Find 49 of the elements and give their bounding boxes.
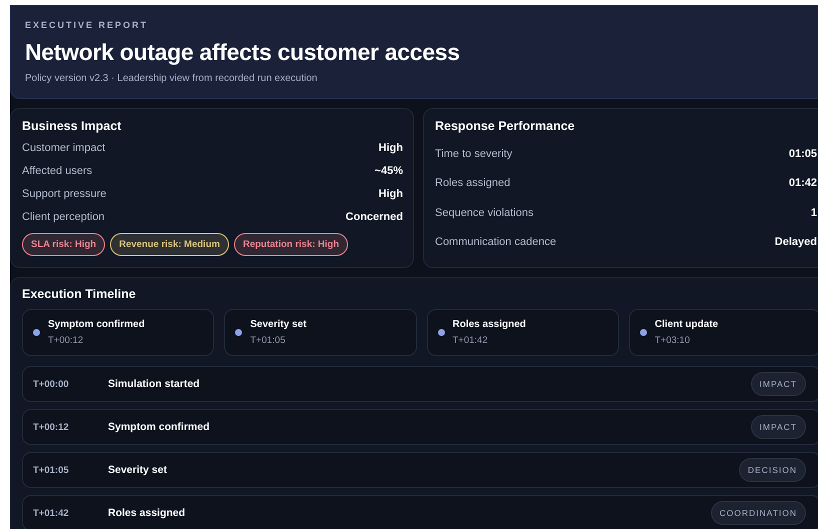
event-time: T+01:05 bbox=[33, 464, 70, 476]
milestone-dot-icon bbox=[33, 329, 40, 336]
panel-title: Execution Timeline bbox=[22, 287, 137, 301]
metric-label: Support pressure bbox=[22, 188, 106, 200]
panel-title: Business Impact bbox=[22, 119, 122, 133]
event-label: Severity set bbox=[108, 464, 168, 476]
report-title: Network outage affects customer access bbox=[25, 39, 461, 66]
panel-title: Response Performance bbox=[435, 119, 576, 133]
event-category-tag: IMPACT bbox=[750, 415, 806, 439]
metric-label: Time to severity bbox=[435, 148, 512, 160]
milestone-time: T+03:10 bbox=[654, 335, 691, 346]
event-time: T+01:42 bbox=[33, 508, 70, 518]
milestone-dot-icon bbox=[640, 329, 647, 336]
metric-label: Client perception bbox=[22, 210, 105, 222]
metric-label: Affected users bbox=[22, 164, 92, 176]
event-time: T+00:12 bbox=[33, 422, 70, 432]
metric-label: Roles assigned bbox=[435, 177, 510, 190]
metric-value: ~45% bbox=[374, 164, 403, 176]
risk-tag: Revenue risk: Medium bbox=[110, 233, 229, 256]
report-eyebrow: EXECUTIVE REPORT bbox=[25, 20, 150, 30]
milestone-label: Client update bbox=[654, 319, 718, 330]
metric-value: 01:05 bbox=[788, 148, 817, 160]
metric-value: Delayed bbox=[774, 236, 817, 248]
risk-tag: SLA risk: High bbox=[22, 233, 106, 256]
milestone-dot-icon bbox=[438, 329, 444, 336]
milestone-time: T+01:05 bbox=[250, 335, 286, 346]
event-category-tag: COORDINATION bbox=[710, 501, 806, 525]
metric-value: High bbox=[378, 188, 403, 200]
metric-label: Customer impact bbox=[22, 142, 106, 154]
metric-label: Sequence violations bbox=[435, 206, 534, 219]
metric-value: Concerned bbox=[346, 210, 403, 222]
event-label: Roles assigned bbox=[108, 507, 186, 519]
event-label: Simulation started bbox=[108, 378, 201, 390]
milestone-label: Severity set bbox=[250, 319, 306, 330]
milestone-dot-icon bbox=[235, 329, 242, 336]
event-label: Symptom confirmed bbox=[108, 421, 211, 433]
event-time: T+00:00 bbox=[33, 378, 70, 390]
metric-value: 01:42 bbox=[788, 177, 817, 190]
metric-value: High bbox=[378, 142, 403, 154]
event-category-tag: DECISION bbox=[738, 458, 806, 482]
milestone-time: T+00:12 bbox=[48, 335, 84, 346]
event-category-tag: IMPACT bbox=[750, 372, 806, 396]
risk-tag: Reputation risk: High bbox=[234, 233, 348, 256]
milestone-label: Roles assigned bbox=[452, 319, 526, 330]
milestone-time: T+01:42 bbox=[452, 335, 489, 346]
metric-label: Communication cadence bbox=[435, 236, 556, 248]
milestone-label: Symptom confirmed bbox=[48, 319, 145, 330]
report-subtitle: Policy version v2.3 · Leadership view from recorded run execution bbox=[25, 73, 318, 84]
metric-value: 1 bbox=[810, 206, 817, 219]
